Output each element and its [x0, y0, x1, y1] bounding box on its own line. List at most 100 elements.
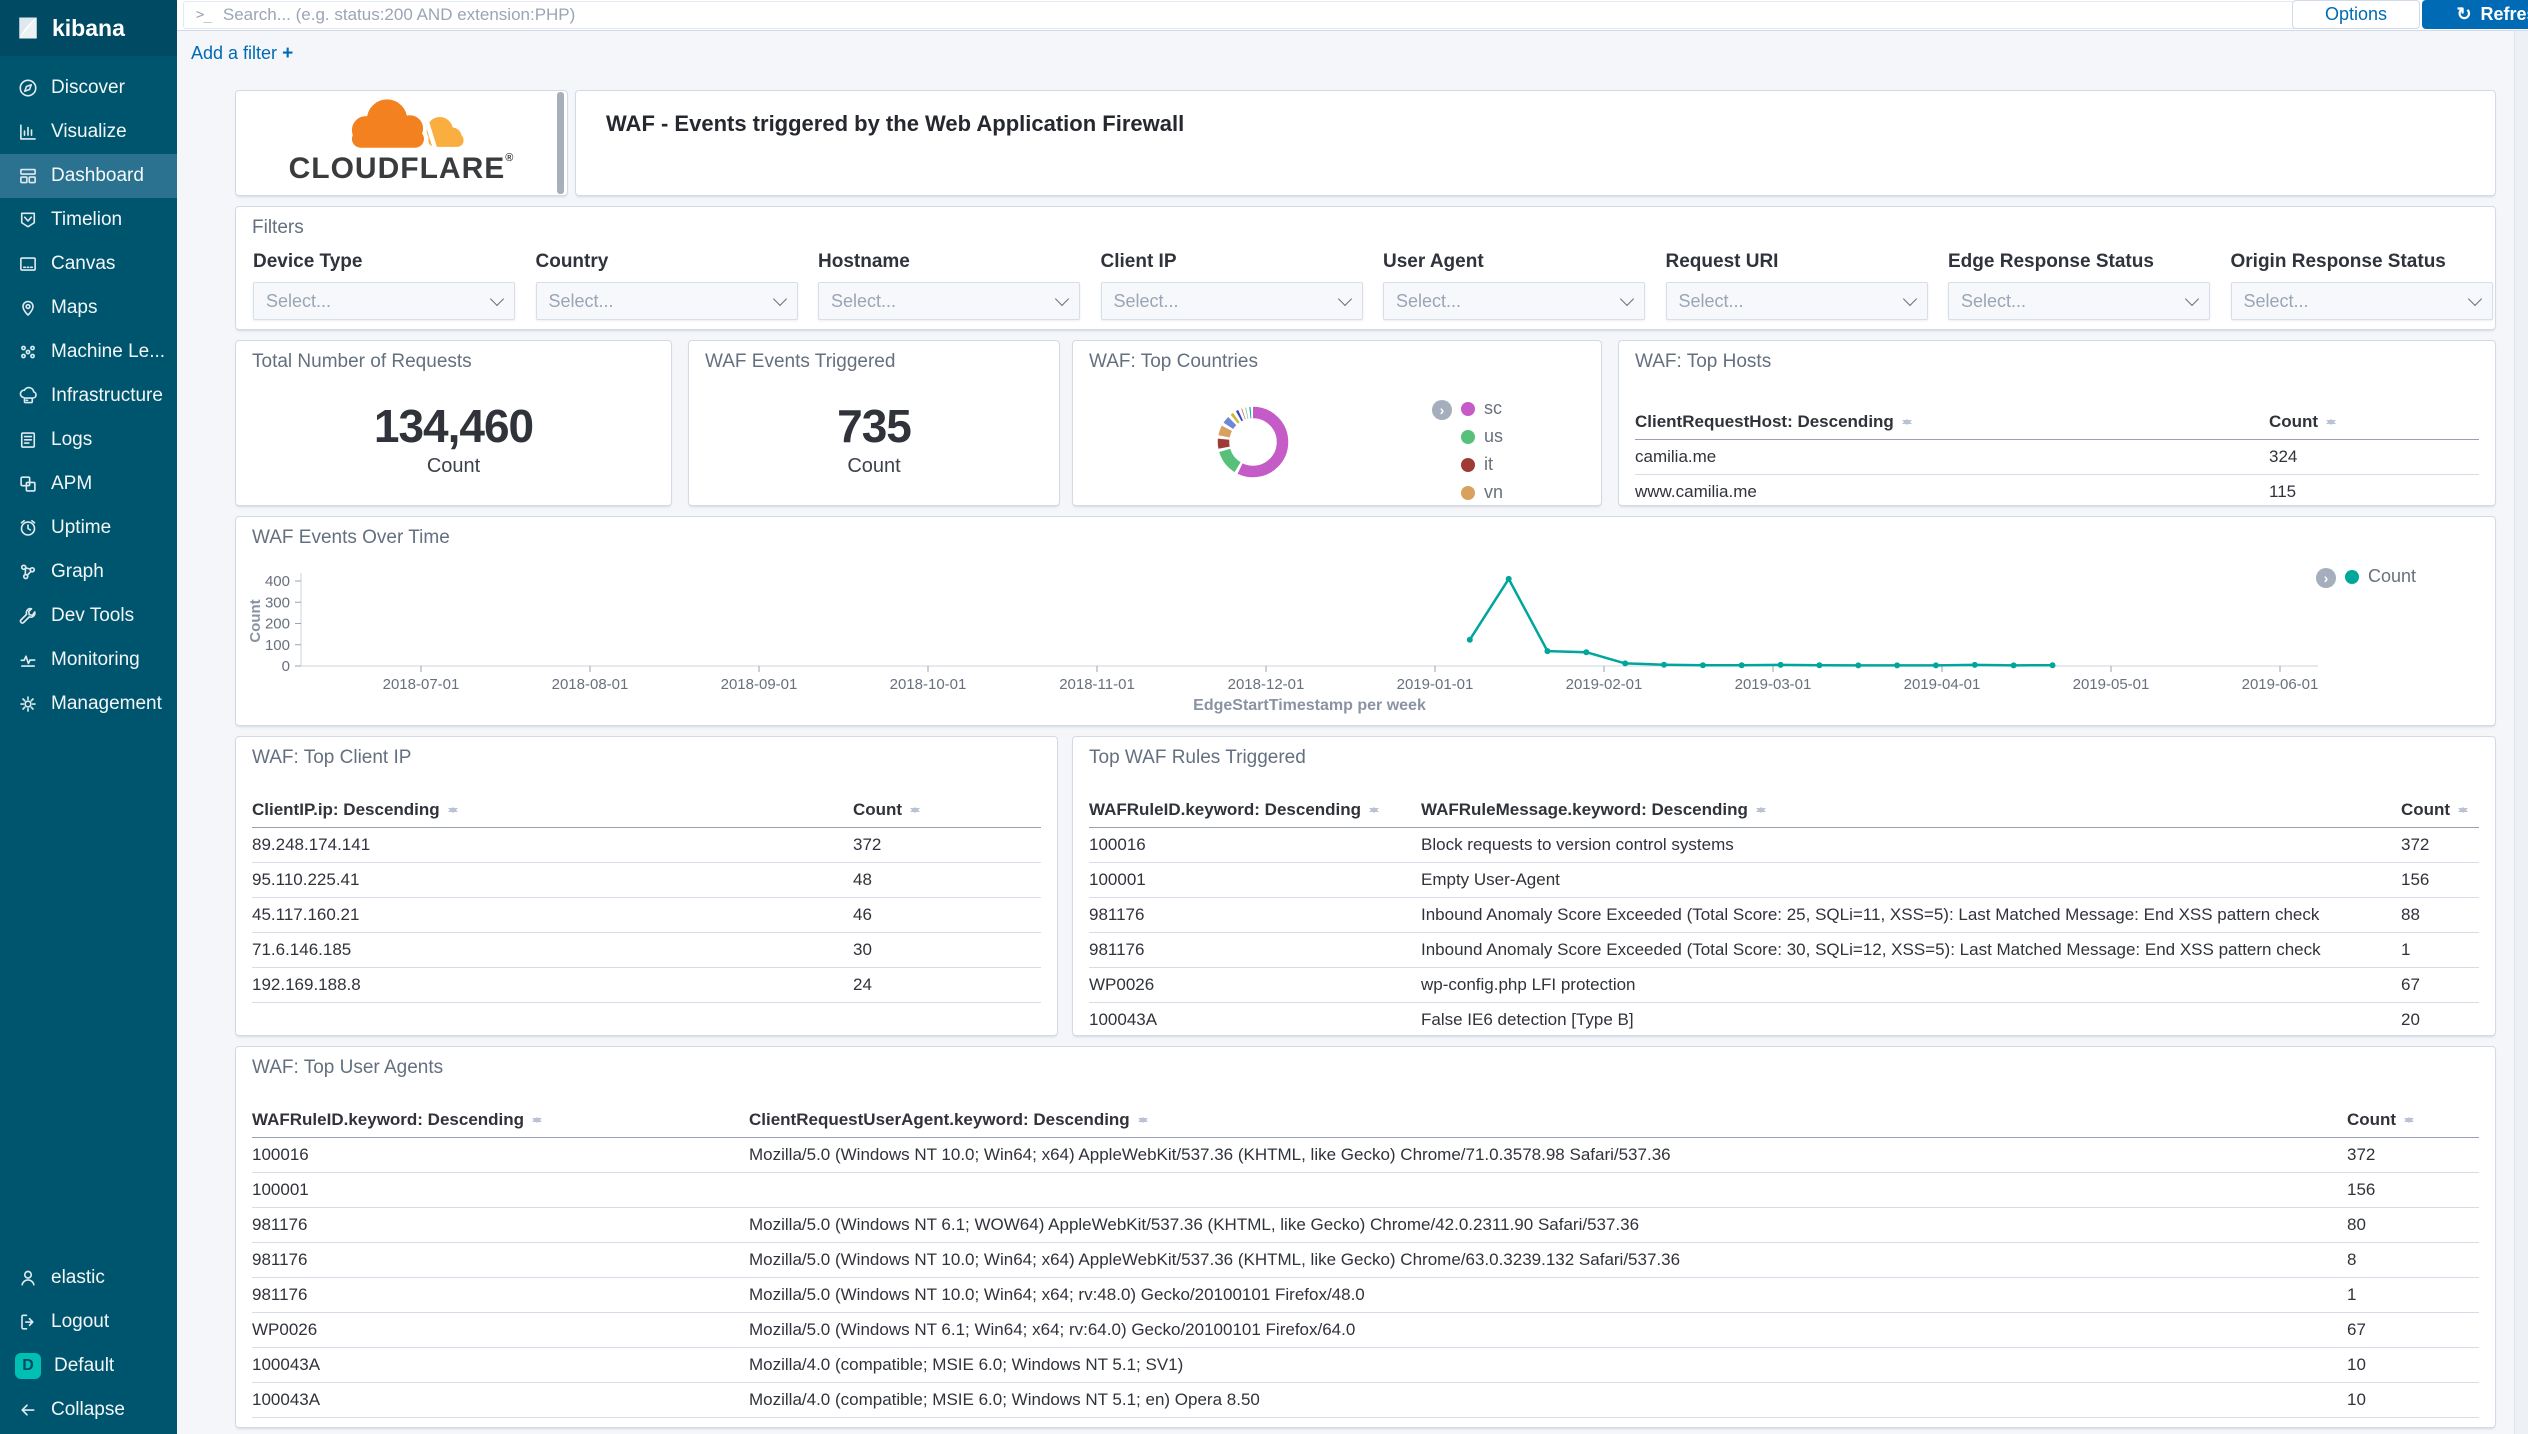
top-bar: >_ Search... (e.g. status:200 AND extens…: [177, 0, 2528, 31]
chevron-down-icon: [490, 291, 504, 305]
table-cell: 30: [853, 940, 1041, 960]
column-header-clientrequestuseragent-keyword-descending[interactable]: ClientRequestUserAgent.keyword: Descendi…: [749, 1110, 2347, 1130]
kibana-logo-text: kibana: [52, 15, 125, 42]
column-header-wafruleid-keyword-descending[interactable]: WAFRuleID.keyword: Descending: [1089, 800, 1421, 820]
legend-item-count[interactable]: Count: [2345, 566, 2416, 587]
refresh-button[interactable]: ↻ Refresh: [2422, 0, 2528, 29]
table-cell: 372: [2347, 1145, 2479, 1165]
filter-select-edge-response-status[interactable]: Select...: [1948, 282, 2210, 320]
panel-resize-handle[interactable]: [557, 92, 564, 194]
filter-placeholder: Select...: [831, 291, 896, 312]
search-input[interactable]: >_ Search... (e.g. status:200 AND extens…: [183, 1, 2304, 29]
table-row: 981176Mozilla/5.0 (Windows NT 6.1; WOW64…: [252, 1208, 2479, 1243]
sidebar-item-infrastructure[interactable]: Infrastructure: [0, 374, 177, 418]
sidebar-item-uptime[interactable]: Uptime: [0, 506, 177, 550]
table-cell: 156: [2347, 1180, 2479, 1200]
filter-edge-response-status: Edge Response StatusSelect...: [1948, 251, 2210, 320]
column-header-count[interactable]: Count: [2269, 412, 2479, 432]
table-cell: 20: [2401, 1010, 2479, 1030]
timelion-icon: [18, 210, 38, 230]
options-button[interactable]: Options: [2292, 0, 2420, 29]
filter-select-hostname[interactable]: Select...: [818, 282, 1080, 320]
legend-collapse-icon[interactable]: ›: [1432, 400, 1452, 420]
panel-top-waf-rules: Top WAF Rules Triggered WAFRuleID.keywor…: [1072, 736, 2496, 1036]
sidebar-item-dev-tools[interactable]: Dev Tools: [0, 594, 177, 638]
table-header-row: WAFRuleID.keyword: DescendingWAFRuleMess…: [1089, 793, 2479, 828]
table-cell: 981176: [252, 1250, 749, 1270]
plus-icon: +: [282, 43, 293, 64]
filter-select-origin-response-status[interactable]: Select...: [2231, 282, 2493, 320]
filter-placeholder: Select...: [2244, 291, 2309, 312]
sidebar-item-discover[interactable]: Discover: [0, 66, 177, 110]
sidebar-footer-logout[interactable]: Logout: [0, 1300, 177, 1344]
sidebar-item-management[interactable]: Management: [0, 682, 177, 726]
column-header-label: ClientRequestHost: Descending: [1635, 412, 1894, 432]
sidebar-footer-elastic[interactable]: elastic: [0, 1256, 177, 1300]
sidebar-footer-default[interactable]: DDefault: [0, 1344, 177, 1388]
sidebar-item-logs[interactable]: Logs: [0, 418, 177, 462]
sidebar-item-timelion[interactable]: Timelion: [0, 198, 177, 242]
sidebar-item-machine-le[interactable]: Machine Le...: [0, 330, 177, 374]
column-header-label: Count: [2269, 412, 2318, 432]
table-row: 100016Block requests to version control …: [1089, 828, 2479, 863]
column-header-wafruleid-keyword-descending[interactable]: WAFRuleID.keyword: Descending: [252, 1110, 749, 1130]
sidebar-item-monitoring[interactable]: Monitoring: [0, 638, 177, 682]
column-header-wafrulemessage-keyword-descending[interactable]: WAFRuleMessage.keyword: Descending: [1421, 800, 2401, 820]
column-header-count[interactable]: Count: [853, 800, 1041, 820]
add-filter-link[interactable]: Add a filter +: [191, 43, 293, 65]
panel-title-filters: Filters: [252, 217, 304, 239]
filter-select-device-type[interactable]: Select...: [253, 282, 515, 320]
chevron-down-icon: [2467, 291, 2481, 305]
add-filter-label: Add a filter: [191, 43, 277, 63]
legend-dot: [2345, 570, 2359, 584]
filter-user-agent: User AgentSelect...: [1383, 251, 1645, 320]
filter-select-user-agent[interactable]: Select...: [1383, 282, 1645, 320]
column-header-count[interactable]: Count: [2347, 1110, 2479, 1130]
filter-placeholder: Select...: [1114, 291, 1179, 312]
filter-select-country[interactable]: Select...: [536, 282, 798, 320]
sidebar-item-maps[interactable]: Maps: [0, 286, 177, 330]
legend-item-it[interactable]: it: [1461, 454, 1493, 475]
sidebar-item-canvas[interactable]: Canvas: [0, 242, 177, 286]
panel-top-user-agents: WAF: Top User Agents WAFRuleID.keyword: …: [235, 1046, 2496, 1428]
sidebar-item-graph[interactable]: Graph: [0, 550, 177, 594]
kibana-dashboard-screen: kibana DiscoverVisualizeDashboardTimelio…: [0, 0, 2528, 1434]
sidebar-item-apm[interactable]: APM: [0, 462, 177, 506]
sidebar-item-visualize[interactable]: Visualize: [0, 110, 177, 154]
chevron-down-icon: [1337, 291, 1351, 305]
panel-top-hosts: WAF: Top Hosts ClientRequestHost: Descen…: [1618, 340, 2496, 506]
table-cell: 100016: [252, 1145, 749, 1165]
column-header-label: WAFRuleID.keyword: Descending: [252, 1110, 524, 1130]
scrollbar[interactable]: [2514, 31, 2528, 1434]
dashboard-icon: [18, 166, 38, 186]
legend-item-vn[interactable]: vn: [1461, 482, 1503, 503]
table-cell: Mozilla/4.0 (compatible; MSIE 6.0; Windo…: [749, 1390, 2347, 1410]
legend-item-sc[interactable]: sc: [1461, 398, 1502, 419]
sidebar-item-dashboard[interactable]: Dashboard: [0, 154, 177, 198]
uptime-icon: [18, 518, 38, 538]
svg-text:300: 300: [265, 594, 290, 611]
column-header-clientrequesthost-descending[interactable]: ClientRequestHost: Descending: [1635, 412, 2269, 432]
sidebar: kibana DiscoverVisualizeDashboardTimelio…: [0, 0, 177, 1434]
panel-title-total-requests: Total Number of Requests: [252, 351, 472, 373]
table-row: 100043AMozilla/4.0 (compatible; MSIE 6.0…: [252, 1348, 2479, 1383]
column-header-count[interactable]: Count: [2401, 800, 2479, 820]
filter-select-client-ip[interactable]: Select...: [1101, 282, 1363, 320]
table-cell: 981176: [252, 1285, 749, 1305]
table-cell: 100001: [1089, 870, 1421, 890]
legend-collapse-icon[interactable]: ›: [2316, 568, 2336, 588]
sidebar-item-label: Maps: [51, 297, 97, 319]
waf-events-line-chart[interactable]: 01002003004002018-07-012018-08-012018-09…: [236, 517, 2495, 725]
legend-item-us[interactable]: us: [1461, 426, 1503, 447]
panel-title-top-waf-rules: Top WAF Rules Triggered: [1089, 747, 1306, 769]
svg-text:2019-06-01: 2019-06-01: [2242, 676, 2319, 693]
search-placeholder: Search... (e.g. status:200 AND extension…: [223, 5, 575, 25]
column-header-clientip-ip-descending[interactable]: ClientIP.ip: Descending: [252, 800, 853, 820]
sidebar-footer-collapse[interactable]: Collapse: [0, 1388, 177, 1432]
svg-text:100: 100: [265, 637, 290, 654]
filter-select-request-uri[interactable]: Select...: [1666, 282, 1928, 320]
table-header-row: WAFRuleID.keyword: Descending ClientReque…: [252, 1103, 2479, 1138]
table-cell: camilia.me: [1635, 447, 2269, 467]
kibana-logo[interactable]: kibana: [0, 0, 177, 56]
table-cell: Mozilla/5.0 (Windows NT 10.0; Win64; x64…: [749, 1145, 2347, 1165]
